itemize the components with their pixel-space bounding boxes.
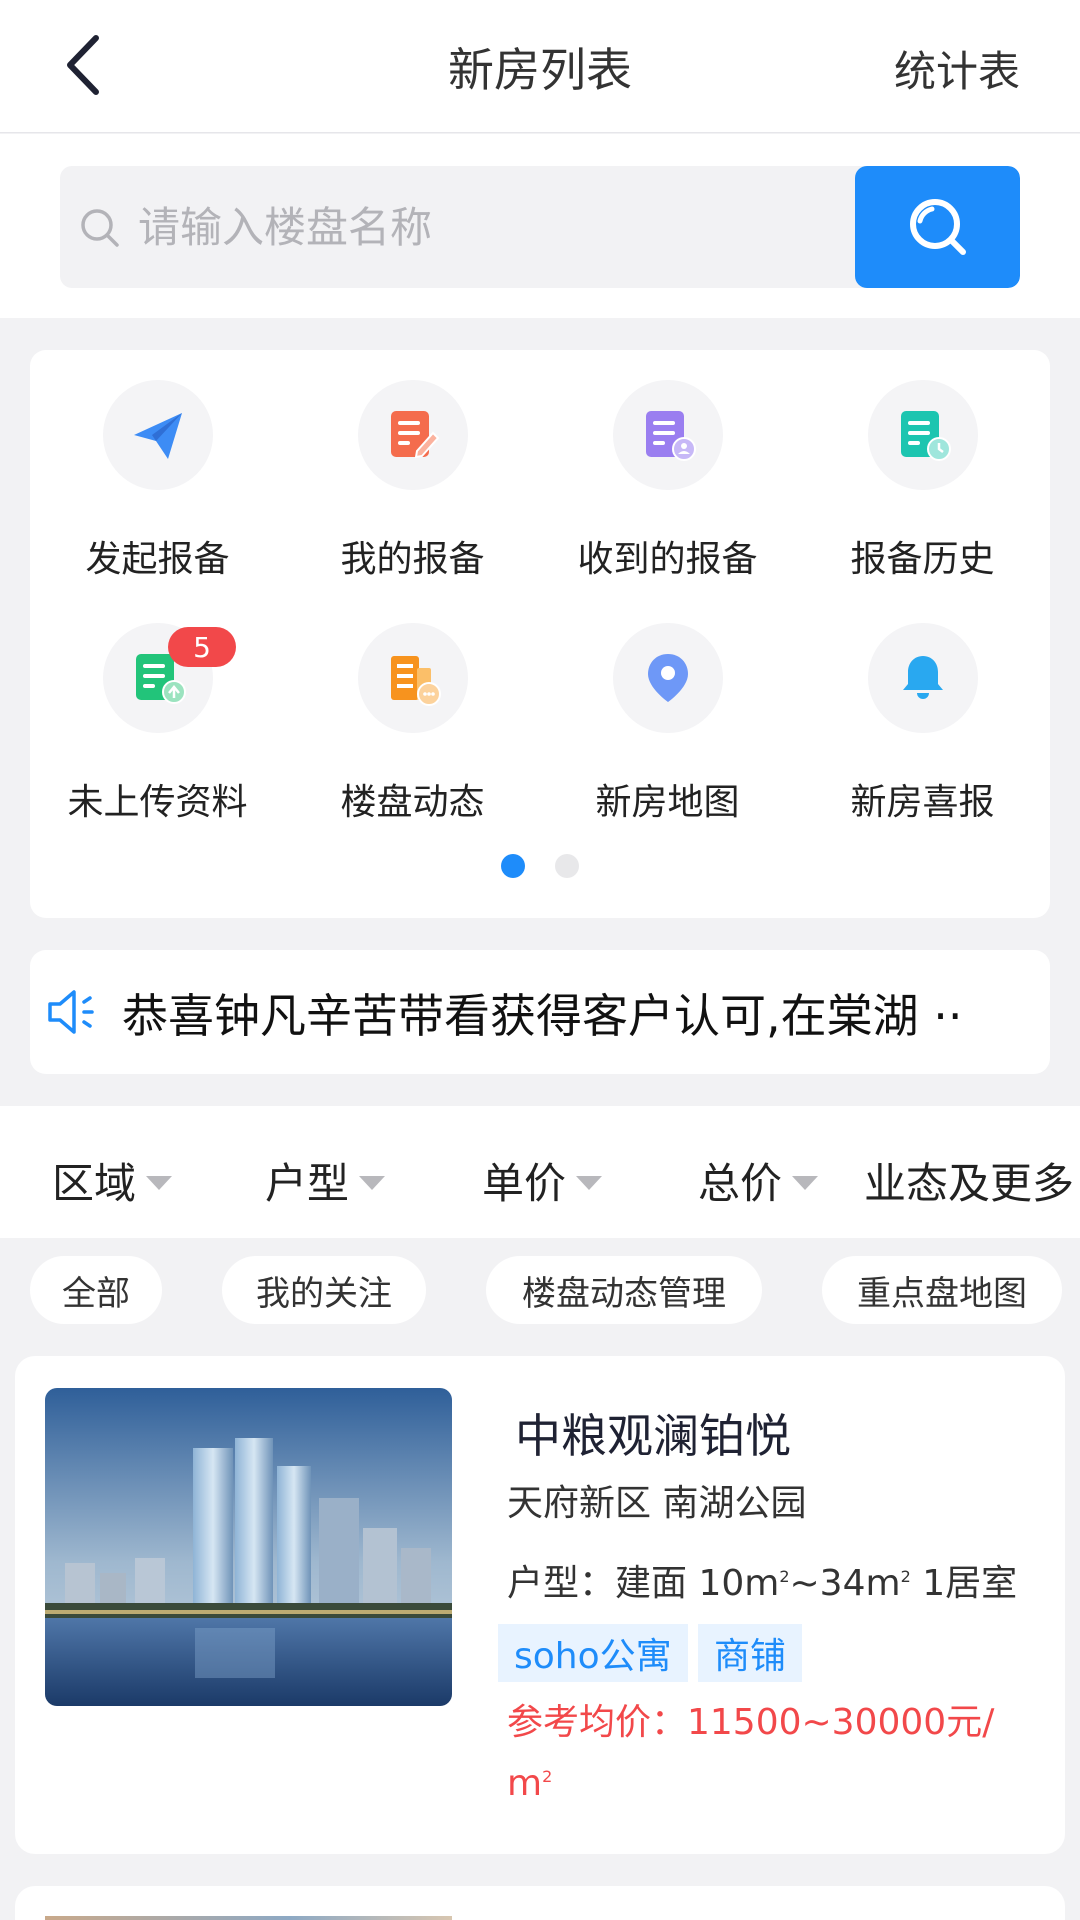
menu-item-initiate-report[interactable]: 发起报备 xyxy=(30,380,285,623)
chip-my-follows[interactable]: 我的关注 xyxy=(222,1256,426,1324)
top-bar: 新房列表 统计表 xyxy=(0,0,1080,133)
listing-photo xyxy=(45,1916,452,1920)
paper-plane-icon xyxy=(133,413,182,459)
tag-shop: 商铺 xyxy=(698,1624,803,1682)
listing-location: 天府新区 南湖公园 xyxy=(507,1483,807,1524)
page-dot-active[interactable] xyxy=(501,854,525,878)
caret-down-icon xyxy=(359,1175,386,1190)
caret-down-icon xyxy=(146,1175,173,1190)
chip-all[interactable]: 全部 xyxy=(30,1256,162,1324)
listing-price: 参考均价：11500~30000元/m2 xyxy=(507,1702,995,1804)
search-input[interactable] xyxy=(138,166,898,288)
menu-item-new-home-map[interactable]: 新房地图 xyxy=(540,623,795,853)
search-box xyxy=(60,166,1020,288)
received-document-icon xyxy=(645,411,696,461)
announcement-banner[interactable]: 恭喜钟凡辛苦带看获得客户认可,在棠湖 ·· xyxy=(30,950,1050,1074)
search-area xyxy=(0,134,1080,318)
menu-item-report-history[interactable]: 报备历史 xyxy=(795,380,1050,623)
page-indicator xyxy=(30,854,1050,878)
edit-document-icon xyxy=(390,411,439,459)
announcement-text: 恭喜钟凡辛苦带看获得客户认可,在棠湖 ·· xyxy=(122,989,963,1043)
bell-icon xyxy=(902,656,943,699)
notification-badge: 5 xyxy=(168,627,236,667)
listing-photo[interactable] xyxy=(45,1388,452,1706)
listing-card-next[interactable] xyxy=(15,1886,1065,1920)
caret-down-icon xyxy=(792,1175,819,1190)
filter-unit-price[interactable]: 单价 xyxy=(482,1150,603,1211)
filter-bar: 区域 户型 单价 总价 业态及更多 xyxy=(0,1106,1080,1238)
search-icon xyxy=(909,199,966,255)
menu-item-received-reports[interactable]: 收到的报备 xyxy=(540,380,795,623)
quick-menu-card: 发起报备 我的报备 收到的报备 报备历史 5 未上传资料 楼盘动态 新房地图 新… xyxy=(30,350,1050,918)
page-dot[interactable] xyxy=(555,854,579,878)
tag-soho-apartment: soho公寓 xyxy=(498,1624,688,1682)
speaker-icon xyxy=(48,990,94,1034)
menu-item-unuploaded-docs[interactable]: 5 未上传资料 xyxy=(30,623,285,853)
menu-item-my-reports[interactable]: 我的报备 xyxy=(285,380,540,623)
chip-project-news-management[interactable]: 楼盘动态管理 xyxy=(486,1256,762,1324)
filter-region[interactable]: 区域 xyxy=(52,1150,173,1211)
search-icon xyxy=(81,209,119,247)
filter-more[interactable]: 业态及更多 xyxy=(864,1150,1074,1211)
filter-layout[interactable]: 户型 xyxy=(265,1150,386,1211)
search-button[interactable] xyxy=(855,166,1020,288)
caret-down-icon xyxy=(576,1175,603,1190)
filter-total-price[interactable]: 总价 xyxy=(698,1150,819,1211)
listing-card[interactable]: 中粮观澜铂悦 天府新区 南湖公园 户型：建面 10m2~34m2 1居室 soh… xyxy=(15,1356,1065,1854)
map-pin-icon xyxy=(647,654,688,702)
chip-key-project-map[interactable]: 重点盘地图 xyxy=(822,1256,1062,1324)
history-document-icon xyxy=(900,411,951,461)
building-chat-icon xyxy=(390,656,441,706)
listing-layout: 户型：建面 10m2~34m2 1居室 xyxy=(507,1563,1018,1604)
menu-item-project-news[interactable]: 楼盘动态 xyxy=(285,623,540,853)
menu-item-good-news[interactable]: 新房喜报 xyxy=(795,623,1050,853)
listing-name: 中粮观澜铂悦 xyxy=(515,1409,791,1463)
statistics-link[interactable]: 统计表 xyxy=(894,38,1020,99)
building-photo xyxy=(45,1388,452,1706)
